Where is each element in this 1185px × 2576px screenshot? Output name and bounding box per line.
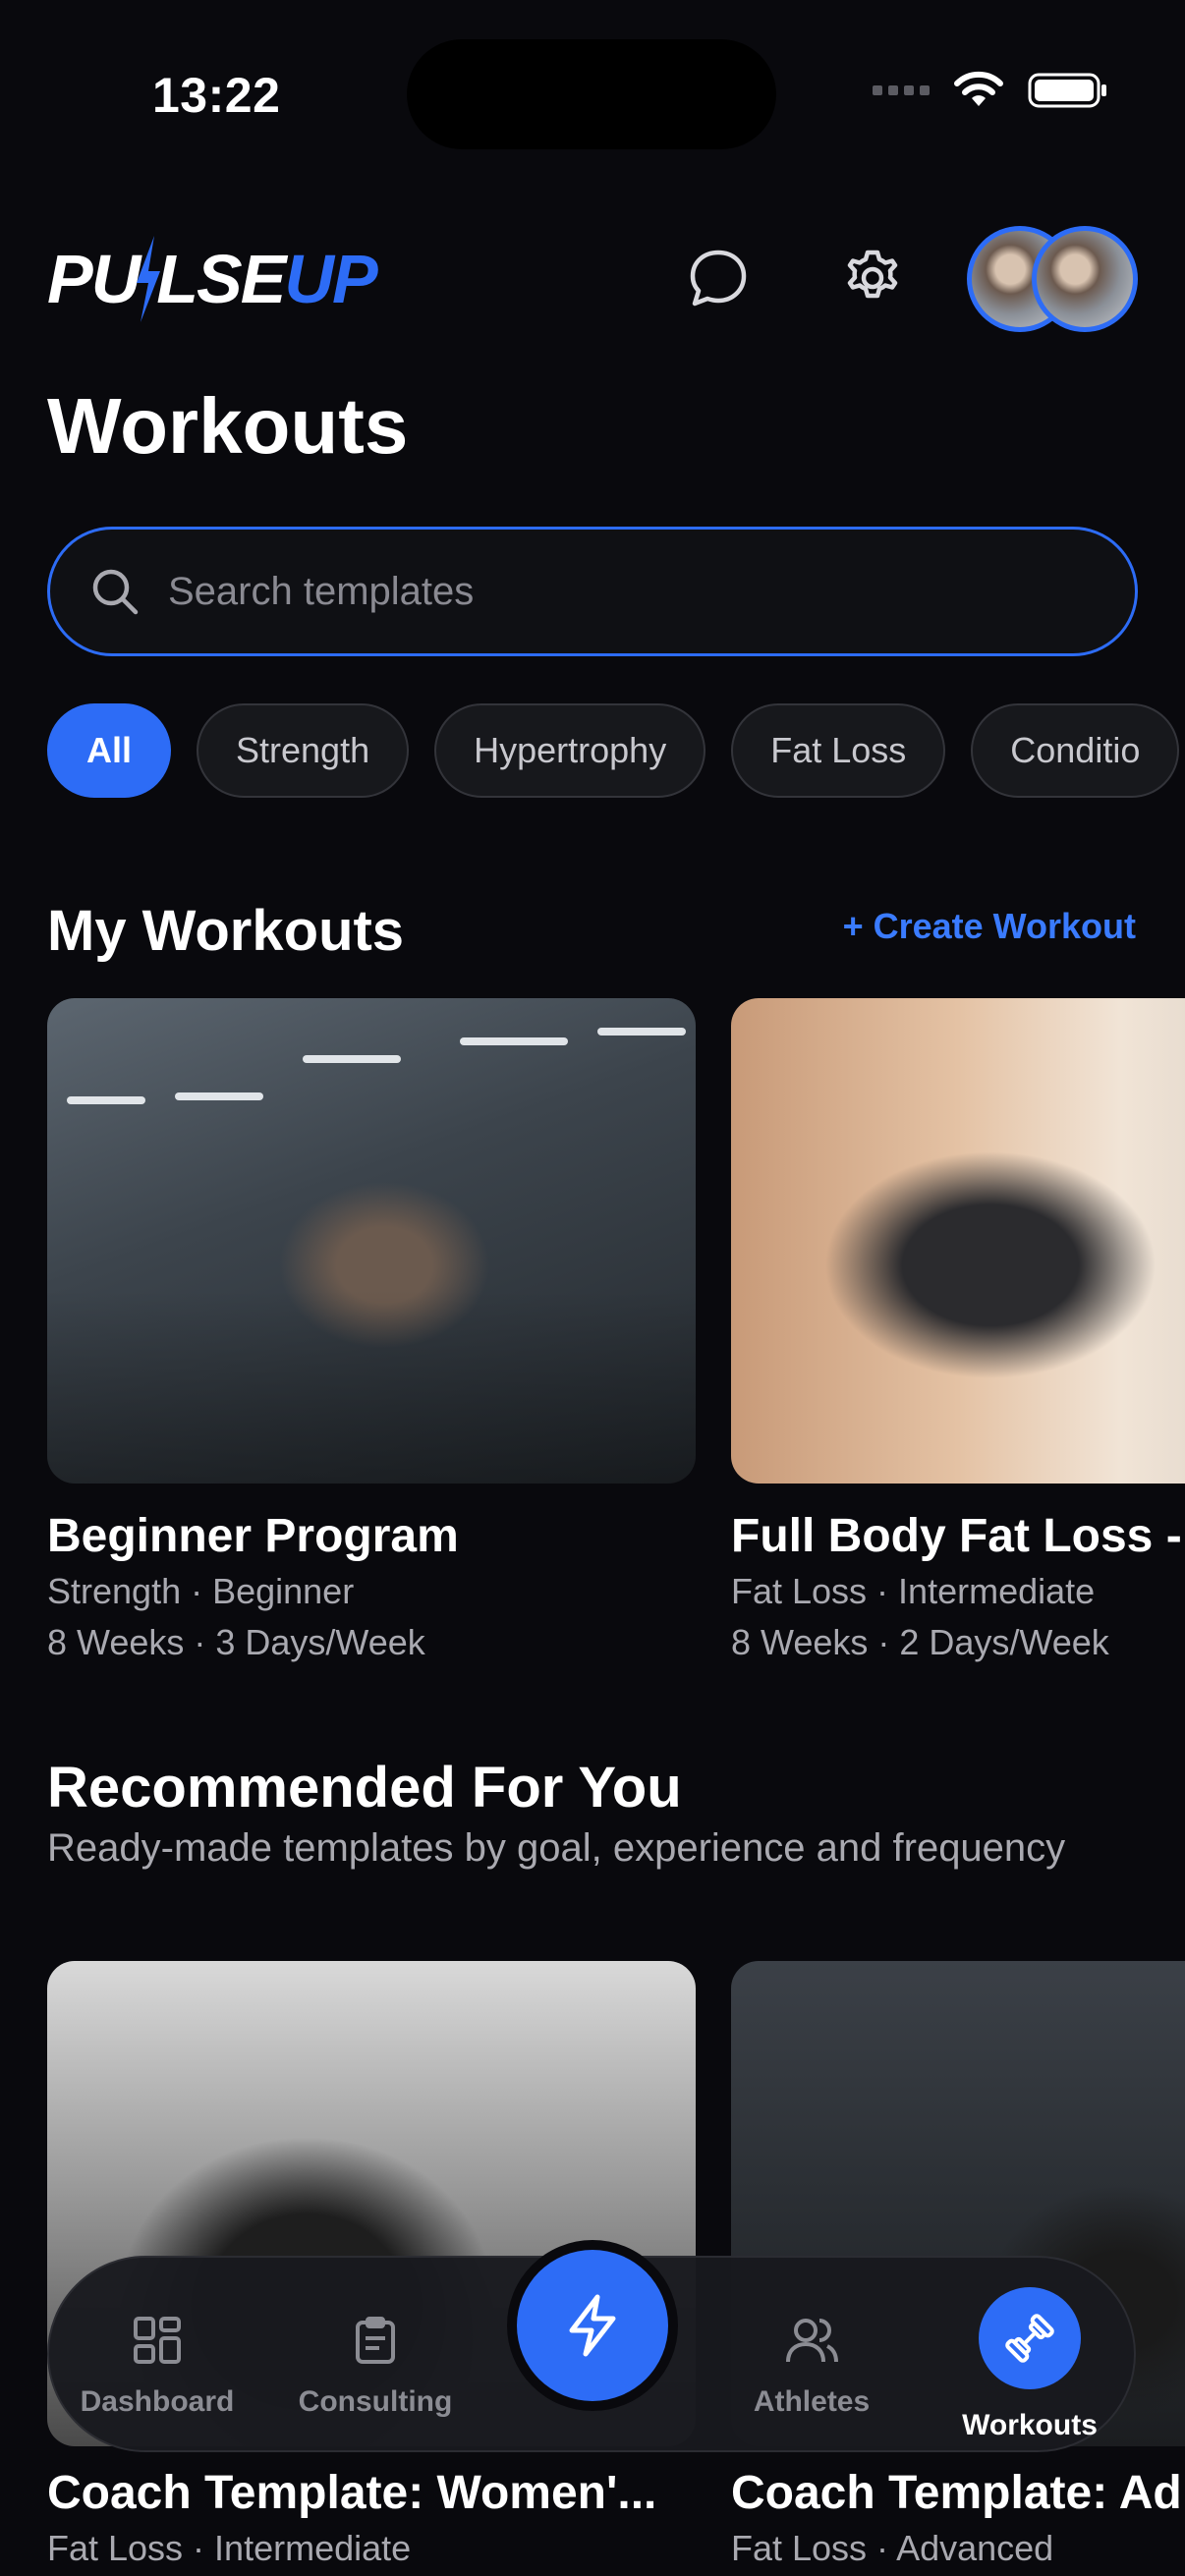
battery-icon bbox=[1028, 73, 1106, 108]
nav-label: Workouts bbox=[962, 2409, 1098, 2441]
search-icon bbox=[92, 569, 139, 615]
nav-label: Dashboard bbox=[80, 2385, 235, 2418]
chip-hypertrophy[interactable]: Hypertrophy bbox=[434, 703, 706, 798]
nav-dashboard[interactable]: Dashboard bbox=[59, 2258, 255, 2454]
clipboard-icon bbox=[356, 2317, 395, 2364]
dumbbell-icon bbox=[1005, 2314, 1054, 2363]
create-workout-link[interactable]: + Create Workout bbox=[843, 906, 1136, 947]
workout-card[interactable]: Full Body Fat Loss - Fat Loss · Intermed… bbox=[731, 998, 1185, 1665]
workout-photo bbox=[47, 998, 696, 1484]
cellular-signal-icon bbox=[873, 85, 930, 95]
workouts-screen: 13:22 PU LSE UP Workouts Search template… bbox=[0, 0, 1185, 2576]
users-icon bbox=[786, 2319, 838, 2363]
nav-consulting[interactable]: Consulting bbox=[277, 2258, 474, 2454]
grid-icon bbox=[134, 2317, 181, 2364]
recommended-subtitle: Ready-made templates by goal, experience… bbox=[47, 1826, 1066, 1870]
search-bar[interactable] bbox=[47, 527, 1138, 656]
filter-chips: All Strength Hypertrophy Fat Loss Condit… bbox=[47, 703, 1180, 798]
quick-action-button[interactable] bbox=[517, 2250, 668, 2401]
messages-button[interactable] bbox=[684, 244, 753, 312]
active-icon-bg bbox=[979, 2287, 1081, 2389]
chip-conditioning[interactable]: Conditio bbox=[971, 703, 1180, 798]
page-title: Workouts bbox=[47, 382, 409, 470]
card-title: Full Body Fat Loss - bbox=[731, 1510, 1182, 1562]
card-title: Beginner Program bbox=[47, 1510, 459, 1562]
dynamic-island bbox=[407, 39, 776, 149]
card-title: Coach Template: Women'... bbox=[47, 2467, 657, 2519]
workout-photo bbox=[731, 998, 1185, 1484]
status-time: 13:22 bbox=[152, 68, 281, 123]
chip-strength[interactable]: Strength bbox=[197, 703, 410, 798]
chip-fat-loss[interactable]: Fat Loss bbox=[731, 703, 946, 798]
search-input[interactable] bbox=[168, 569, 1052, 614]
settings-button[interactable] bbox=[838, 244, 907, 312]
chat-bubble-icon bbox=[690, 250, 747, 307]
account-avatars[interactable] bbox=[967, 226, 1144, 334]
card-meta: Fat Loss · Intermediate bbox=[731, 1571, 1096, 1611]
recommended-title: Recommended For You bbox=[47, 1756, 682, 1820]
nav-label: Consulting bbox=[298, 2385, 453, 2418]
card-meta: Fat Loss · Advanced bbox=[731, 2528, 1054, 2568]
card-meta: 8 Weeks · 2 Days/Week bbox=[731, 1622, 1109, 1662]
avatar-primary bbox=[1032, 226, 1138, 332]
card-meta: Strength · Beginner bbox=[47, 1571, 355, 1611]
card-title: Coach Template: Ad bbox=[731, 2467, 1182, 2519]
my-workouts-title: My Workouts bbox=[47, 899, 405, 963]
card-meta: 8 Weeks · 3 Days/Week bbox=[47, 1622, 425, 1662]
workout-card[interactable]: Beginner Program Strength · Beginner 8 W… bbox=[47, 998, 696, 1665]
wifi-icon bbox=[954, 71, 1003, 106]
pulseup-logo: PU LSE UP bbox=[47, 234, 378, 324]
lightning-icon bbox=[569, 2294, 616, 2357]
card-meta: Fat Loss · Intermediate bbox=[47, 2528, 412, 2568]
gear-icon bbox=[847, 250, 898, 299]
chip-all[interactable]: All bbox=[47, 703, 172, 798]
nav-athletes[interactable]: Athletes bbox=[713, 2258, 910, 2454]
status-icons bbox=[873, 71, 1108, 110]
nav-workouts[interactable]: Workouts bbox=[931, 2258, 1128, 2454]
nav-label: Athletes bbox=[753, 2385, 871, 2418]
